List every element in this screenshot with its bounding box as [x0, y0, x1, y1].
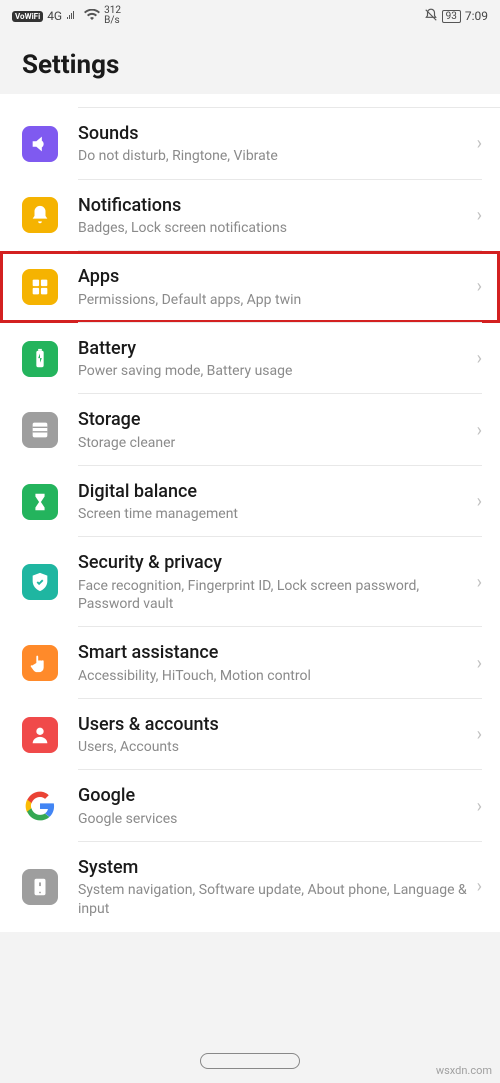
watermark: wsxdn.com — [436, 1064, 492, 1077]
system-icon — [22, 869, 58, 905]
status-bar: VoWiFi 4G 312B/s 93 7:09 — [0, 0, 500, 32]
chevron-right-icon: › — [477, 876, 482, 897]
row-title: Users & accounts — [78, 713, 469, 736]
settings-row-google[interactable]: Google Google services › — [0, 770, 500, 842]
row-subtitle: System navigation, Software update, Abou… — [78, 881, 469, 917]
row-subtitle: Do not disturb, Ringtone, Vibrate — [78, 147, 469, 165]
row-subtitle: Storage cleaner — [78, 434, 469, 452]
settings-row-apps[interactable]: Apps Permissions, Default apps, App twin… — [0, 251, 500, 323]
settings-row-smart-assistance[interactable]: Smart assistance Accessibility, HiTouch,… — [0, 627, 500, 699]
chevron-right-icon: › — [477, 572, 482, 593]
battery-indicator: 93 — [442, 10, 461, 23]
row-subtitle: Power saving mode, Battery usage — [78, 362, 469, 380]
chevron-right-icon: › — [477, 724, 482, 745]
settings-row-notifications[interactable]: Notifications Badges, Lock screen notifi… — [0, 180, 500, 252]
settings-row-storage[interactable]: Storage Storage cleaner › — [0, 394, 500, 466]
mute-icon — [424, 8, 438, 25]
status-left: VoWiFi 4G 312B/s — [12, 6, 121, 26]
chevron-right-icon: › — [477, 133, 482, 154]
chevron-right-icon: › — [477, 491, 482, 512]
row-title: Security & privacy — [78, 551, 469, 574]
row-title: Smart assistance — [78, 641, 469, 664]
page-title: Settings — [0, 32, 500, 94]
clock: 7:09 — [465, 9, 488, 23]
vowifi-badge: VoWiFi — [12, 11, 43, 22]
row-subtitle: Screen time management — [78, 505, 469, 523]
row-title: Google — [78, 784, 469, 807]
storage-icon — [22, 412, 58, 448]
settings-row-digital-balance[interactable]: Digital balance Screen time management › — [0, 466, 500, 538]
row-title: Notifications — [78, 194, 469, 217]
chevron-right-icon: › — [477, 205, 482, 226]
settings-row-system[interactable]: System System navigation, Software updat… — [0, 842, 500, 932]
chevron-right-icon: › — [477, 348, 482, 369]
row-title: Apps — [78, 265, 469, 288]
settings-list: Sounds Do not disturb, Ringtone, Vibrate… — [0, 94, 500, 932]
settings-row-battery[interactable]: Battery Power saving mode, Battery usage… — [0, 323, 500, 395]
status-right: 93 7:09 — [424, 8, 488, 25]
row-subtitle: Badges, Lock screen notifications — [78, 219, 469, 237]
row-subtitle: Face recognition, Fingerprint ID, Lock s… — [78, 577, 469, 613]
settings-row-users[interactable]: Users & accounts Users, Accounts › — [0, 699, 500, 771]
partial-row-divider — [78, 94, 500, 108]
chevron-right-icon: › — [477, 796, 482, 817]
apps-grid-icon — [22, 269, 58, 305]
shield-icon — [22, 564, 58, 600]
row-title: Battery — [78, 337, 469, 360]
sound-icon — [22, 126, 58, 162]
chevron-right-icon: › — [477, 420, 482, 441]
row-subtitle: Users, Accounts — [78, 738, 469, 756]
gesture-nav-pill[interactable] — [200, 1053, 300, 1069]
row-title: Digital balance — [78, 480, 469, 503]
battery-icon — [22, 341, 58, 377]
row-title: System — [78, 856, 469, 879]
chevron-right-icon: › — [477, 276, 482, 297]
row-subtitle: Accessibility, HiTouch, Motion control — [78, 667, 469, 685]
chevron-right-icon: › — [477, 653, 482, 674]
row-title: Storage — [78, 408, 469, 431]
settings-row-security[interactable]: Security & privacy Face recognition, Fin… — [0, 537, 500, 627]
wifi-icon — [84, 9, 100, 24]
hand-icon — [22, 645, 58, 681]
row-subtitle: Permissions, Default apps, App twin — [78, 291, 469, 309]
google-icon — [22, 788, 58, 824]
signal-icon — [66, 9, 80, 23]
row-subtitle: Google services — [78, 810, 469, 828]
row-title: Sounds — [78, 122, 469, 145]
hourglass-icon — [22, 484, 58, 520]
bell-icon — [22, 197, 58, 233]
network-type: 4G — [47, 9, 62, 23]
settings-row-sounds[interactable]: Sounds Do not disturb, Ringtone, Vibrate… — [0, 108, 500, 180]
user-icon — [22, 717, 58, 753]
network-speed: 312B/s — [104, 6, 121, 26]
